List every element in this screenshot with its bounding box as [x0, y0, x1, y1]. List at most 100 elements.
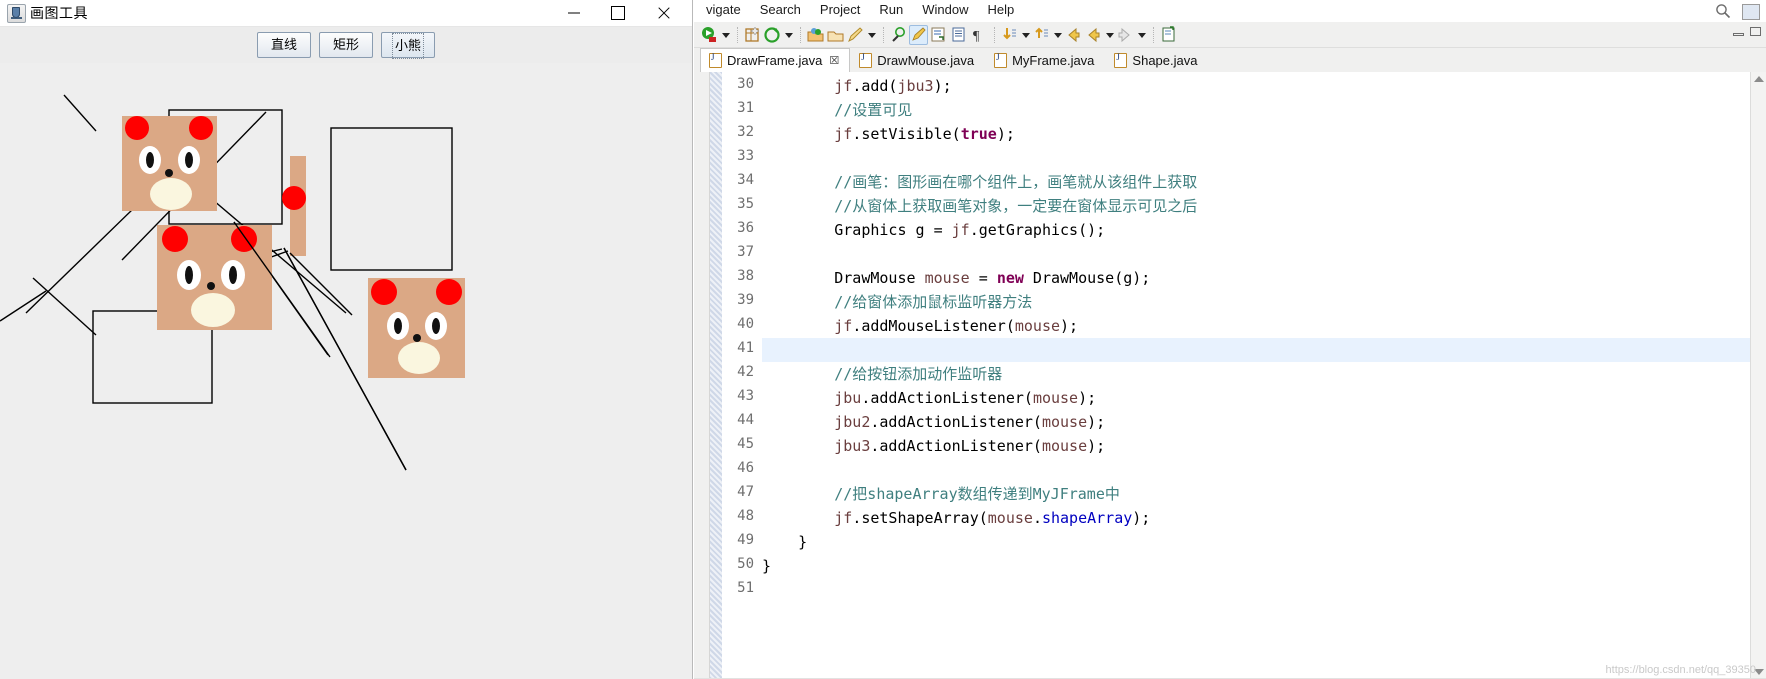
line-number: 32 — [737, 124, 754, 140]
bear-tool-button[interactable]: 小熊 — [381, 32, 435, 59]
open-type-icon[interactable] — [806, 25, 825, 45]
line-number: 30 — [737, 76, 754, 92]
view-minimize-icon[interactable] — [1733, 27, 1744, 36]
highlight-icon[interactable] — [909, 24, 928, 45]
new-window-icon[interactable] — [1159, 25, 1178, 45]
code-token: ); — [1087, 437, 1106, 455]
vertical-scrollbar[interactable] — [1750, 72, 1766, 679]
forward-icon[interactable] — [1084, 25, 1103, 45]
menu-item-search[interactable]: Search — [760, 2, 801, 17]
code-token: //设置可见 — [762, 101, 913, 119]
menu-item-help[interactable]: Help — [987, 2, 1014, 17]
code-line: jf.setShapeArray(mouse.shapeArray); — [762, 506, 1150, 530]
line-shape — [63, 94, 97, 132]
search-icon[interactable] — [1715, 3, 1731, 19]
code-token: ); — [1078, 389, 1097, 407]
java-file-icon — [709, 52, 722, 68]
editor-tab-drawmouse[interactable]: DrawMouse.java — [850, 48, 985, 72]
window-title: 画图工具 — [30, 5, 88, 21]
marker-bar[interactable] — [694, 72, 710, 679]
folding-bar[interactable] — [710, 72, 722, 679]
code-line: //把shapeArray数组传递到MyJFrame中 — [762, 482, 1120, 506]
line-number: 49 — [737, 532, 754, 548]
editor-tab-bar: DrawFrame.java ☒ DrawMouse.java MyFrame.jav… — [694, 48, 1766, 73]
open-resource-icon[interactable] — [826, 25, 845, 45]
code-token: //给按钮添加动作监听器 — [762, 365, 1003, 383]
watermark: https://blog.csdn.net/qq_39350 — [1605, 664, 1756, 676]
menu-item-run[interactable]: Run — [879, 2, 903, 17]
code-token: //从窗体上获取画笔对象，一定要在窗体显示可见之后 — [762, 197, 1198, 215]
editor-tab-myframe[interactable]: MyFrame.java — [985, 48, 1105, 72]
next-navigation-icon[interactable] — [1116, 25, 1135, 45]
rect-shape — [330, 127, 453, 271]
back-icon[interactable] — [1064, 25, 1083, 45]
pencil-dropdown-icon[interactable] — [866, 25, 877, 45]
code-token: true — [960, 125, 997, 143]
next-navigation-dropdown-icon[interactable] — [1136, 25, 1147, 45]
line-number: 43 — [737, 388, 754, 404]
window-title-bar: 画图工具 — [0, 0, 692, 27]
code-token: mouse — [1041, 437, 1088, 455]
line-number: 37 — [737, 244, 754, 260]
toolbar-separator — [991, 26, 998, 44]
code-token: jbu3 — [897, 77, 934, 95]
code-token: .add( — [852, 77, 898, 95]
code-line: jbu.addActionListener(mouse); — [762, 386, 1096, 410]
last-edit-location-icon[interactable] — [1032, 25, 1051, 45]
drawing-canvas[interactable] — [0, 63, 692, 679]
external-tools-dropdown-icon[interactable] — [783, 25, 794, 45]
maximize-button[interactable] — [596, 0, 640, 26]
close-tab-icon[interactable]: ☒ — [829, 54, 839, 67]
view-maximize-icon[interactable] — [1750, 27, 1761, 36]
next-edit-dropdown-icon[interactable] — [1020, 25, 1031, 45]
code-token: .addMouseListener( — [852, 317, 1015, 335]
last-edit-dropdown-icon[interactable] — [1052, 25, 1063, 45]
forward-dropdown-icon[interactable] — [1104, 25, 1115, 45]
current-line-highlight — [762, 338, 1750, 362]
bear-shape — [368, 278, 465, 378]
next-edit-location-icon[interactable] — [1000, 25, 1019, 45]
minimize-button[interactable] — [552, 0, 596, 26]
scroll-up-arrow[interactable] — [1753, 74, 1764, 85]
code-token: new — [996, 269, 1024, 287]
pencil-icon[interactable] — [846, 25, 865, 45]
line-number: 41 — [737, 340, 754, 356]
code-token: . — [1032, 509, 1042, 527]
line-number: 45 — [737, 436, 754, 452]
code-token: DrawMouse(g); — [1023, 269, 1151, 287]
toggle-block-selection-icon[interactable] — [949, 25, 968, 45]
menu-item-navigate[interactable]: vigate — [706, 2, 741, 17]
paint-tool-window: 画图工具 直线 矩形 小熊 — [0, 0, 693, 679]
code-token: jf — [834, 509, 853, 527]
perspective-switcher-icon[interactable] — [1742, 4, 1760, 20]
search-declaration-icon[interactable] — [889, 25, 908, 45]
line-tool-button[interactable]: 直线 — [257, 32, 311, 58]
editor-tab-drawframe[interactable]: DrawFrame.java ☒ — [700, 48, 851, 72]
editor-tab-shape[interactable]: Shape.java — [1105, 48, 1208, 72]
menu-item-window[interactable]: Window — [922, 2, 968, 17]
menu-item-project[interactable]: Project — [820, 2, 860, 17]
source-code[interactable]: jf.add(jbu3); //设置可见 jf.setVisible(true)… — [762, 72, 1750, 679]
run-icon[interactable] — [700, 25, 719, 45]
line-number: 35 — [737, 196, 754, 212]
line-number: 47 — [737, 484, 754, 500]
run-dropdown-icon[interactable] — [720, 25, 731, 45]
code-token: .addActionListener( — [870, 413, 1042, 431]
new-java-project-icon[interactable] — [743, 25, 762, 45]
close-button[interactable] — [642, 0, 686, 26]
code-line: //画笔：图形画在哪个组件上，画笔就从该组件上获取 — [762, 170, 1197, 194]
main-toolbar: ¶ — [694, 22, 1766, 48]
code-editor[interactable]: 30 31 32 33 34 35 36 37 38 39 40 41 42 43 44 45 46 47 48 49… — [694, 72, 1766, 679]
rect-tool-button[interactable]: 矩形 — [319, 32, 373, 58]
line-number: 40 — [737, 316, 754, 332]
line-number: 33 — [737, 148, 754, 164]
code-token: jbu — [834, 389, 862, 407]
line-number: 44 — [737, 412, 754, 428]
external-tools-icon[interactable] — [763, 25, 782, 45]
show-whitespace-paragraph-icon[interactable]: ¶ — [969, 25, 988, 45]
next-annotation-icon[interactable] — [929, 25, 948, 45]
code-token: ); — [1087, 413, 1106, 431]
